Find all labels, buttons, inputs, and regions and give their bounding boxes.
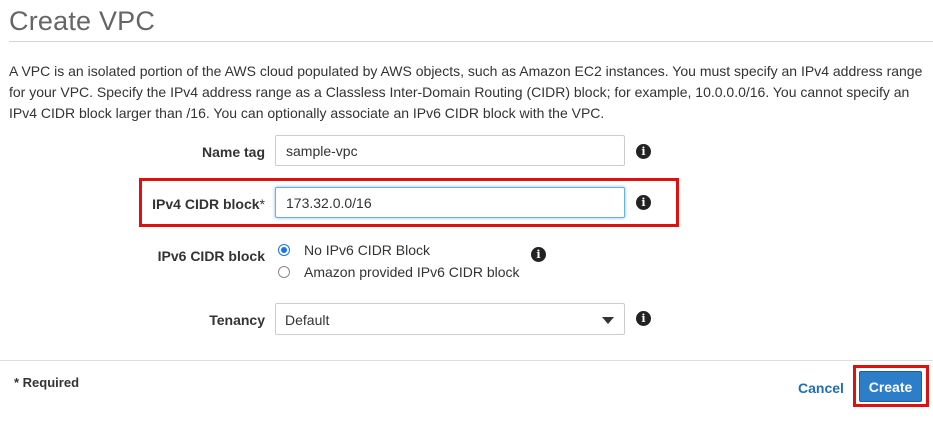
page-title: Create VPC — [9, 6, 156, 36]
footer-divider — [0, 360, 933, 361]
tenancy-label: Tenancy — [209, 312, 265, 328]
radio-amazon-ipv6-label: Amazon provided IPv6 CIDR block — [304, 264, 520, 280]
chevron-down-icon — [602, 317, 614, 324]
radio-amazon-ipv6[interactable] — [278, 266, 290, 278]
ipv4-cidr-label-text: IPv4 CIDR block — [152, 196, 260, 212]
tenancy-info-icon[interactable]: i — [636, 311, 651, 326]
radio-no-ipv6-label: No IPv6 CIDR Block — [304, 242, 431, 258]
ipv4-cidr-label: IPv4 CIDR block* — [152, 196, 265, 212]
name-tag-label: Name tag — [201, 144, 265, 160]
ipv6-option-amazon[interactable]: Amazon provided IPv6 CIDR block — [278, 263, 520, 281]
create-button[interactable]: Create — [859, 371, 922, 402]
ipv6-option-none[interactable]: No IPv6 CIDR Block — [278, 241, 430, 259]
title-divider — [9, 41, 933, 42]
ipv6-cidr-label: IPv6 CIDR block — [157, 248, 265, 264]
ipv4-cidr-info-icon[interactable]: i — [636, 195, 651, 210]
required-note: * Required — [14, 375, 80, 390]
tenancy-select[interactable]: Default — [275, 303, 625, 335]
name-tag-info-icon[interactable]: i — [636, 144, 651, 159]
required-asterisk: * — [259, 196, 265, 212]
ipv4-cidr-input[interactable] — [275, 187, 625, 218]
ipv6-cidr-info-icon[interactable]: i — [531, 247, 546, 262]
name-tag-input[interactable] — [275, 135, 625, 166]
page-description: A VPC is an isolated portion of the AWS … — [9, 63, 923, 121]
radio-no-ipv6[interactable] — [278, 244, 290, 256]
cancel-button[interactable]: Cancel — [798, 380, 844, 396]
tenancy-selected-value: Default — [285, 312, 330, 328]
